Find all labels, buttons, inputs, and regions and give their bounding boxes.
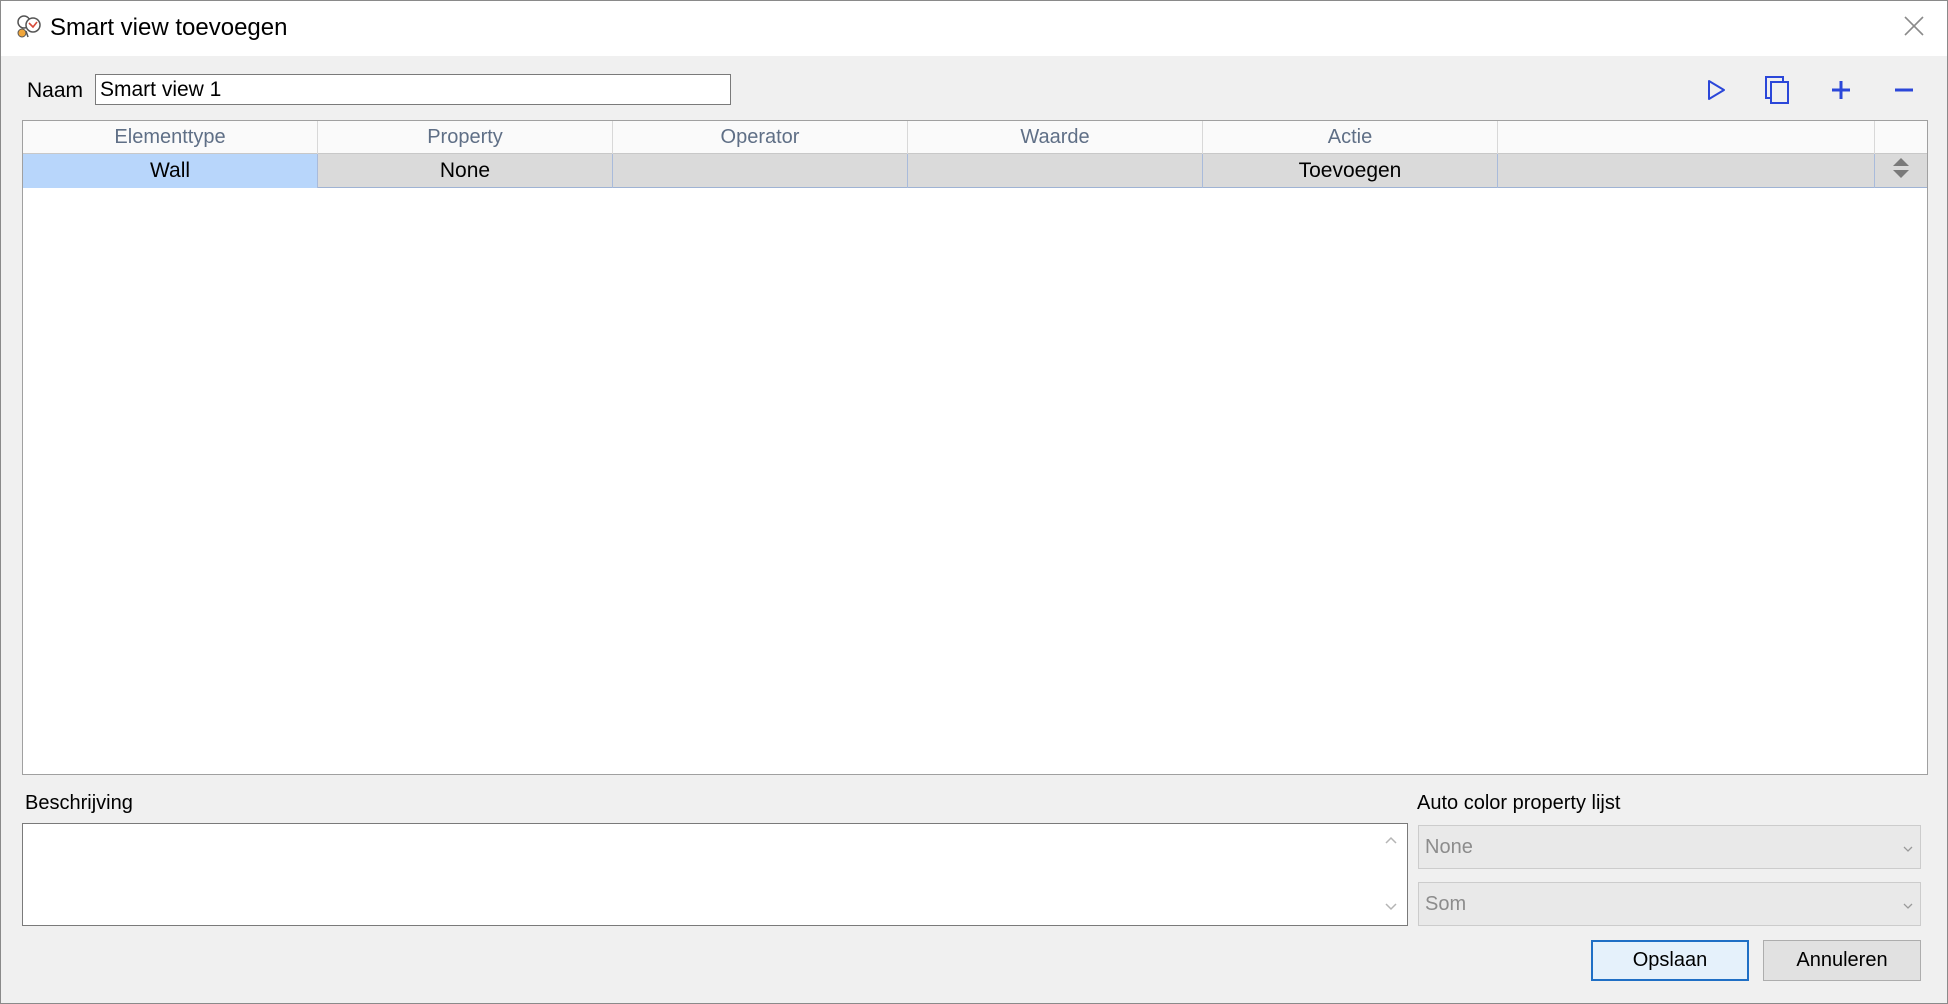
rules-grid: Elementtype Property Operator Waarde Act… xyxy=(22,120,1928,775)
column-header-property[interactable]: Property xyxy=(318,121,613,154)
save-button[interactable]: Opslaan xyxy=(1591,940,1749,981)
remove-row-button[interactable] xyxy=(1886,75,1922,109)
run-button[interactable] xyxy=(1698,75,1734,109)
chevron-down-icon xyxy=(1902,893,1914,916)
column-header-actie[interactable]: Actie xyxy=(1203,121,1498,154)
scroll-up-icon[interactable] xyxy=(1384,832,1398,850)
dialog-window: Smart view toevoegen Naam Smart view 1 E… xyxy=(0,0,1948,1004)
naam-input[interactable] xyxy=(95,74,731,105)
auto-color-property-select[interactable]: None xyxy=(1418,825,1921,869)
cell-actie[interactable]: Toevoegen xyxy=(1203,154,1498,188)
column-header-blank xyxy=(1498,121,1875,154)
table-row[interactable]: Wall None Toevoegen xyxy=(23,154,1927,188)
row-reorder-handle[interactable] xyxy=(1875,154,1927,188)
smart-view-app-icon xyxy=(15,13,43,41)
cell-elementtype[interactable]: Wall xyxy=(23,154,318,188)
close-icon xyxy=(1903,15,1925,42)
grid-header: Elementtype Property Operator Waarde Act… xyxy=(23,121,1927,154)
beschrijving-label: Beschrijving xyxy=(25,792,133,814)
copy-button[interactable] xyxy=(1759,75,1795,109)
auto-color-property-value: None xyxy=(1425,835,1473,858)
minus-icon xyxy=(1892,78,1916,107)
beschrijving-textarea[interactable] xyxy=(22,823,1408,926)
add-row-button[interactable] xyxy=(1823,75,1859,109)
auto-color-aggregate-select[interactable]: Som xyxy=(1418,882,1921,926)
column-header-elementtype[interactable]: Elementtype xyxy=(23,121,318,154)
window-title: Smart view toevoegen xyxy=(50,14,288,41)
reorder-arrows-icon xyxy=(1891,155,1911,187)
cell-waarde[interactable] xyxy=(908,154,1203,188)
play-icon xyxy=(1704,78,1728,107)
close-button[interactable] xyxy=(1896,11,1932,45)
title-bar: Smart view toevoegen xyxy=(1,1,1947,56)
column-header-operator[interactable]: Operator xyxy=(613,121,908,154)
column-header-waarde[interactable]: Waarde xyxy=(908,121,1203,154)
auto-color-label: Auto color property lijst xyxy=(1417,792,1621,814)
scroll-down-icon[interactable] xyxy=(1384,899,1398,917)
cell-operator[interactable] xyxy=(613,154,908,188)
chevron-down-icon xyxy=(1902,836,1914,859)
beschrijving-scrollbar[interactable] xyxy=(1375,824,1407,925)
cell-property[interactable]: None xyxy=(318,154,613,188)
naam-label: Naam xyxy=(27,79,84,102)
plus-icon xyxy=(1829,78,1853,107)
copy-icon xyxy=(1763,75,1791,110)
cell-blank xyxy=(1498,154,1875,188)
auto-color-aggregate-value: Som xyxy=(1425,892,1467,915)
cancel-button[interactable]: Annuleren xyxy=(1763,940,1921,981)
column-header-reorder xyxy=(1875,121,1927,154)
